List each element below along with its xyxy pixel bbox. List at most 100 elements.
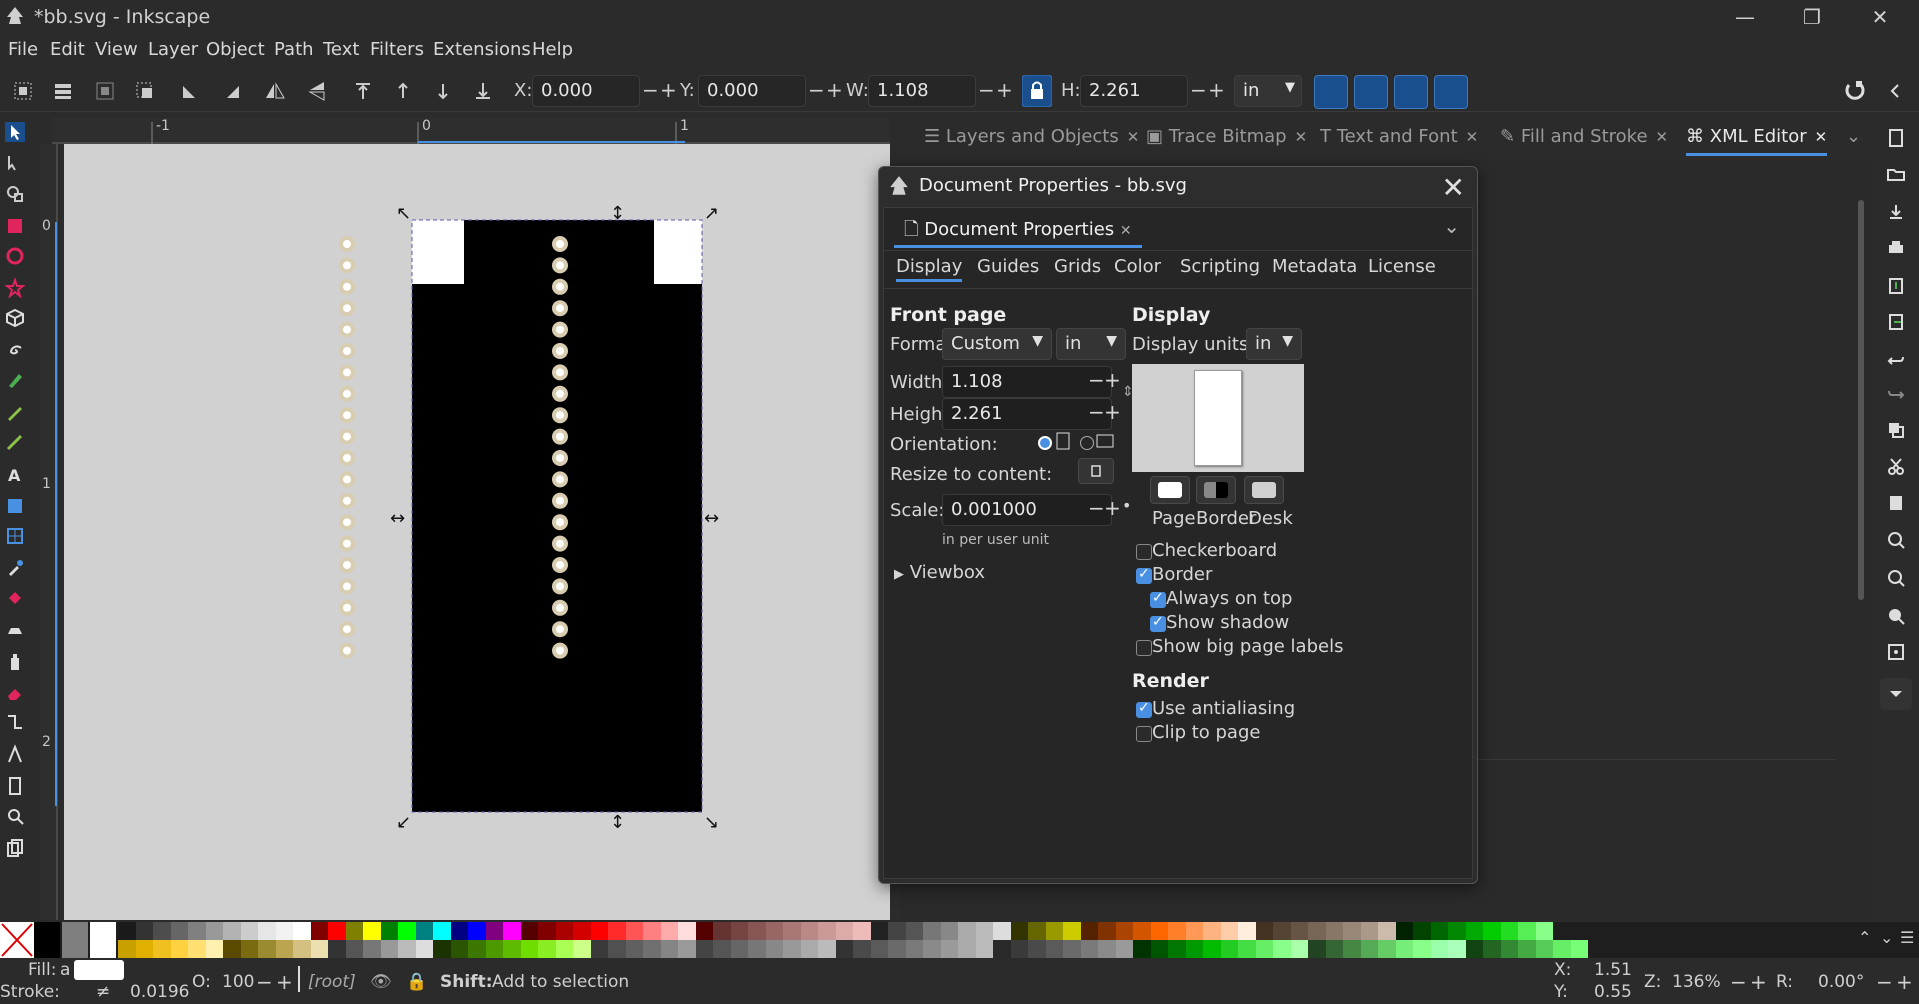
canvas[interactable]: ↖ ↕ ↗ ↔ ↔ ↙ ↕ ↘ <box>64 144 890 920</box>
scale-increment-button[interactable]: + <box>1104 496 1121 520</box>
zoom-drawing-icon[interactable] <box>1886 568 1906 588</box>
mesh-tool-icon[interactable] <box>5 526 25 546</box>
color-swatch[interactable] <box>975 940 993 958</box>
more-commands-chevron-icon[interactable] <box>1880 678 1912 710</box>
lower-icon[interactable] <box>428 76 458 106</box>
subtab-scripting[interactable]: Scripting <box>1180 256 1260 277</box>
color-swatch[interactable] <box>1203 940 1221 958</box>
menu-path[interactable]: Path <box>274 39 314 60</box>
tab-fill-stroke[interactable]: ✎ Fill and Stroke ✕ <box>1500 126 1668 147</box>
color-swatch[interactable] <box>1378 922 1396 940</box>
lpe-tool-icon[interactable] <box>5 744 25 764</box>
color-swatch[interactable] <box>433 940 451 958</box>
ellipse-tool-icon[interactable] <box>5 246 25 266</box>
color-swatch[interactable] <box>1028 922 1046 940</box>
color-swatch[interactable] <box>1465 940 1483 958</box>
scale-decrement-button[interactable]: − <box>1088 496 1105 520</box>
page-color-button[interactable] <box>1150 476 1190 504</box>
color-swatch[interactable] <box>678 922 696 940</box>
layer-lock-icon[interactable]: 🔒 <box>406 972 427 992</box>
color-swatch[interactable] <box>853 922 871 940</box>
color-swatch[interactable] <box>1115 922 1134 940</box>
color-swatch[interactable] <box>643 922 661 940</box>
color-swatch[interactable] <box>818 940 836 958</box>
color-swatch[interactable] <box>730 940 748 958</box>
checkerboard-checkbox[interactable] <box>1136 544 1152 560</box>
rotate-increment-button[interactable]: + <box>1896 970 1913 994</box>
color-swatch[interactable] <box>888 922 906 940</box>
pen-tool-icon[interactable] <box>5 370 25 390</box>
flip-horizontal-icon[interactable] <box>260 76 290 106</box>
y-decrement-button[interactable]: − <box>808 78 825 102</box>
format-dropdown[interactable]: Custom ▼ <box>942 328 1052 360</box>
color-swatch[interactable] <box>1343 940 1361 958</box>
page-width-increment-button[interactable]: + <box>1104 368 1121 392</box>
border-color-button[interactable] <box>1196 476 1236 504</box>
color-swatch[interactable] <box>275 940 293 958</box>
connector-tool-icon[interactable] <box>5 712 25 732</box>
menu-view[interactable]: View <box>95 39 138 60</box>
color-swatch[interactable] <box>1483 922 1501 940</box>
color-swatch[interactable] <box>940 922 959 940</box>
color-swatch[interactable] <box>258 940 276 958</box>
color-swatch[interactable] <box>363 922 381 940</box>
color-swatch[interactable] <box>573 922 591 940</box>
scale-stroke-button[interactable] <box>1314 75 1348 109</box>
star-tool-icon[interactable] <box>5 278 25 298</box>
color-swatch[interactable] <box>1150 922 1169 940</box>
color-swatch[interactable] <box>660 922 679 940</box>
color-swatch[interactable] <box>223 922 241 940</box>
gradient-tool-icon[interactable] <box>5 496 25 516</box>
color-swatch[interactable] <box>1430 922 1449 940</box>
subtab-grids[interactable]: Grids <box>1054 256 1101 277</box>
x-input[interactable]: 0.000 <box>532 75 640 107</box>
landscape-radio[interactable] <box>1080 436 1094 450</box>
color-swatch[interactable] <box>170 922 189 940</box>
menu-text[interactable]: Text <box>323 39 359 60</box>
color-swatch[interactable] <box>503 922 521 940</box>
scale-corners-button[interactable] <box>1354 75 1388 109</box>
color-swatch[interactable] <box>1553 940 1571 958</box>
color-swatch[interactable] <box>1448 922 1466 940</box>
color-swatch[interactable] <box>520 922 539 940</box>
color-swatch[interactable] <box>205 940 223 958</box>
rotate-input[interactable]: 0.00° <box>1818 972 1864 992</box>
color-swatch[interactable] <box>695 940 713 958</box>
color-swatch[interactable] <box>1325 940 1343 958</box>
color-swatch[interactable] <box>660 940 678 958</box>
color-swatch[interactable] <box>765 922 784 940</box>
color-swatch[interactable] <box>240 940 258 958</box>
tab-document-properties[interactable]: 🗋 Document Properties ✕ <box>894 214 1142 248</box>
text-tool-icon[interactable]: A <box>5 464 25 484</box>
tab-xml-editor[interactable]: ⌘ XML Editor ✕ <box>1686 126 1828 156</box>
dock-overflow-chevron-icon[interactable]: ⌄ <box>1846 126 1861 147</box>
tab-trace-bitmap[interactable]: ▣ Trace Bitmap ✕ <box>1146 126 1307 147</box>
color-swatch[interactable] <box>433 922 451 940</box>
page-width-decrement-button[interactable]: − <box>1088 368 1105 392</box>
color-swatch[interactable] <box>380 922 399 940</box>
color-swatch[interactable] <box>188 922 206 940</box>
zoom-out-button[interactable]: − <box>1730 970 1747 994</box>
color-swatch[interactable] <box>783 940 801 958</box>
color-swatch[interactable] <box>485 922 504 940</box>
dropper-tool-icon[interactable] <box>5 558 25 578</box>
color-swatch[interactable] <box>1168 940 1186 958</box>
deselect-icon[interactable] <box>90 76 120 106</box>
color-swatch[interactable] <box>1360 940 1378 958</box>
color-swatch[interactable] <box>1220 922 1239 940</box>
color-swatch[interactable] <box>1028 940 1046 958</box>
color-swatch[interactable] <box>1010 922 1029 940</box>
color-swatch[interactable] <box>1220 940 1238 958</box>
y-increment-button[interactable]: + <box>826 78 843 102</box>
color-swatch[interactable] <box>905 922 924 940</box>
menu-edit[interactable]: Edit <box>50 39 85 60</box>
color-swatch[interactable] <box>590 940 608 958</box>
color-swatch[interactable] <box>135 940 153 958</box>
resize-to-content-button[interactable] <box>1078 458 1114 484</box>
close-icon[interactable]: ✕ <box>1656 128 1669 146</box>
color-swatch[interactable] <box>153 940 171 958</box>
antialiasing-checkbox[interactable] <box>1136 700 1152 718</box>
menu-help[interactable]: Help <box>532 39 573 60</box>
color-swatch[interactable] <box>608 922 626 940</box>
x-increment-button[interactable]: + <box>660 78 677 102</box>
